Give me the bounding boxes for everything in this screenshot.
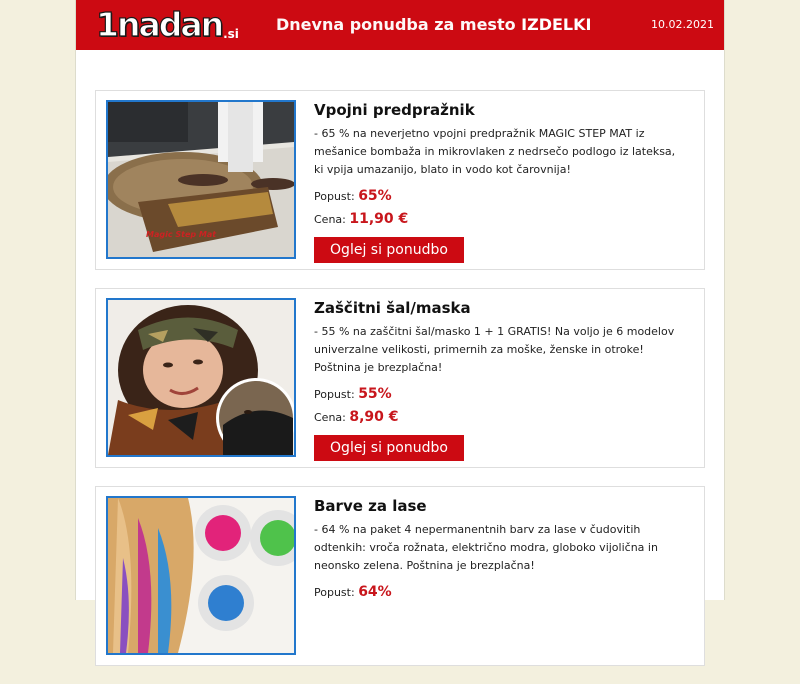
- discount-value: 65%: [358, 188, 392, 204]
- header-date: 10.02.2021: [651, 18, 714, 31]
- discount-value: 55%: [358, 386, 392, 402]
- product-title[interactable]: Vpojni predpražnik: [314, 101, 684, 119]
- price-row: Cena: 11,90 €: [314, 208, 684, 231]
- product-image-hair-color[interactable]: [106, 496, 296, 655]
- discount-label: Popust:: [314, 586, 355, 599]
- product-list: Magic Step Mat Vpojni predpražnik - 65 %…: [95, 90, 705, 684]
- mat-box-caption: Magic Step Mat: [146, 230, 217, 239]
- header-bar: 1nadan.si Dnevna ponudba za mesto IZDELK…: [76, 0, 724, 50]
- product-card: Zaščitni šal/maska - 55 % na zaščitni ša…: [95, 288, 705, 468]
- price-label: Cena:: [314, 411, 346, 424]
- view-offer-button[interactable]: Oglej si ponudbo: [314, 237, 464, 263]
- product-title[interactable]: Barve za lase: [314, 497, 684, 515]
- discount-label: Popust:: [314, 388, 355, 401]
- email-container: 1nadan.si Dnevna ponudba za mesto IZDELK…: [75, 0, 725, 666]
- header-title: Dnevna ponudba za mesto IZDELKI: [276, 15, 591, 34]
- discount-row: Popust: 55%: [314, 383, 684, 406]
- product-description: - 64 % na paket 4 nepermanentnih barv za…: [314, 523, 658, 572]
- product-description: - 55 % na zaščitni šal/masko 1 + 1 GRATI…: [314, 325, 675, 374]
- price-value: 11,90 €: [349, 211, 409, 227]
- product-info: Barve za lase - 64 % na paket 4 neperman…: [314, 497, 684, 604]
- header-title-city: IZDELKI: [521, 15, 592, 34]
- product-description: - 65 % na neverjetno vpojni predpražnik …: [314, 127, 676, 176]
- discount-row: Popust: 65%: [314, 185, 684, 208]
- discount-label: Popust:: [314, 190, 355, 203]
- product-title[interactable]: Zaščitni šal/maska: [314, 299, 684, 317]
- view-offer-button[interactable]: Oglej si ponudbo: [314, 435, 464, 461]
- discount-row: Popust: 64%: [314, 581, 684, 604]
- product-image-scarf[interactable]: [106, 298, 296, 457]
- logo-suffix: .si: [223, 27, 239, 41]
- product-card: Barve za lase - 64 % na paket 4 neperman…: [95, 486, 705, 666]
- product-card: Magic Step Mat Vpojni predpražnik - 65 %…: [95, 90, 705, 270]
- price-label: Cena:: [314, 213, 346, 226]
- discount-value: 64%: [358, 584, 392, 600]
- price-row: Cena: 8,90 €: [314, 406, 684, 429]
- logo-text: 1nadan: [95, 5, 224, 44]
- product-image-doormat[interactable]: Magic Step Mat: [106, 100, 296, 259]
- price-value: 8,90 €: [349, 409, 399, 425]
- product-info: Vpojni predpražnik - 65 % na neverjetno …: [314, 101, 684, 263]
- header-title-prefix: Dnevna ponudba za mesto: [276, 15, 516, 34]
- logo[interactable]: 1nadan.si: [95, 5, 239, 44]
- product-info: Zaščitni šal/maska - 55 % na zaščitni ša…: [314, 299, 684, 461]
